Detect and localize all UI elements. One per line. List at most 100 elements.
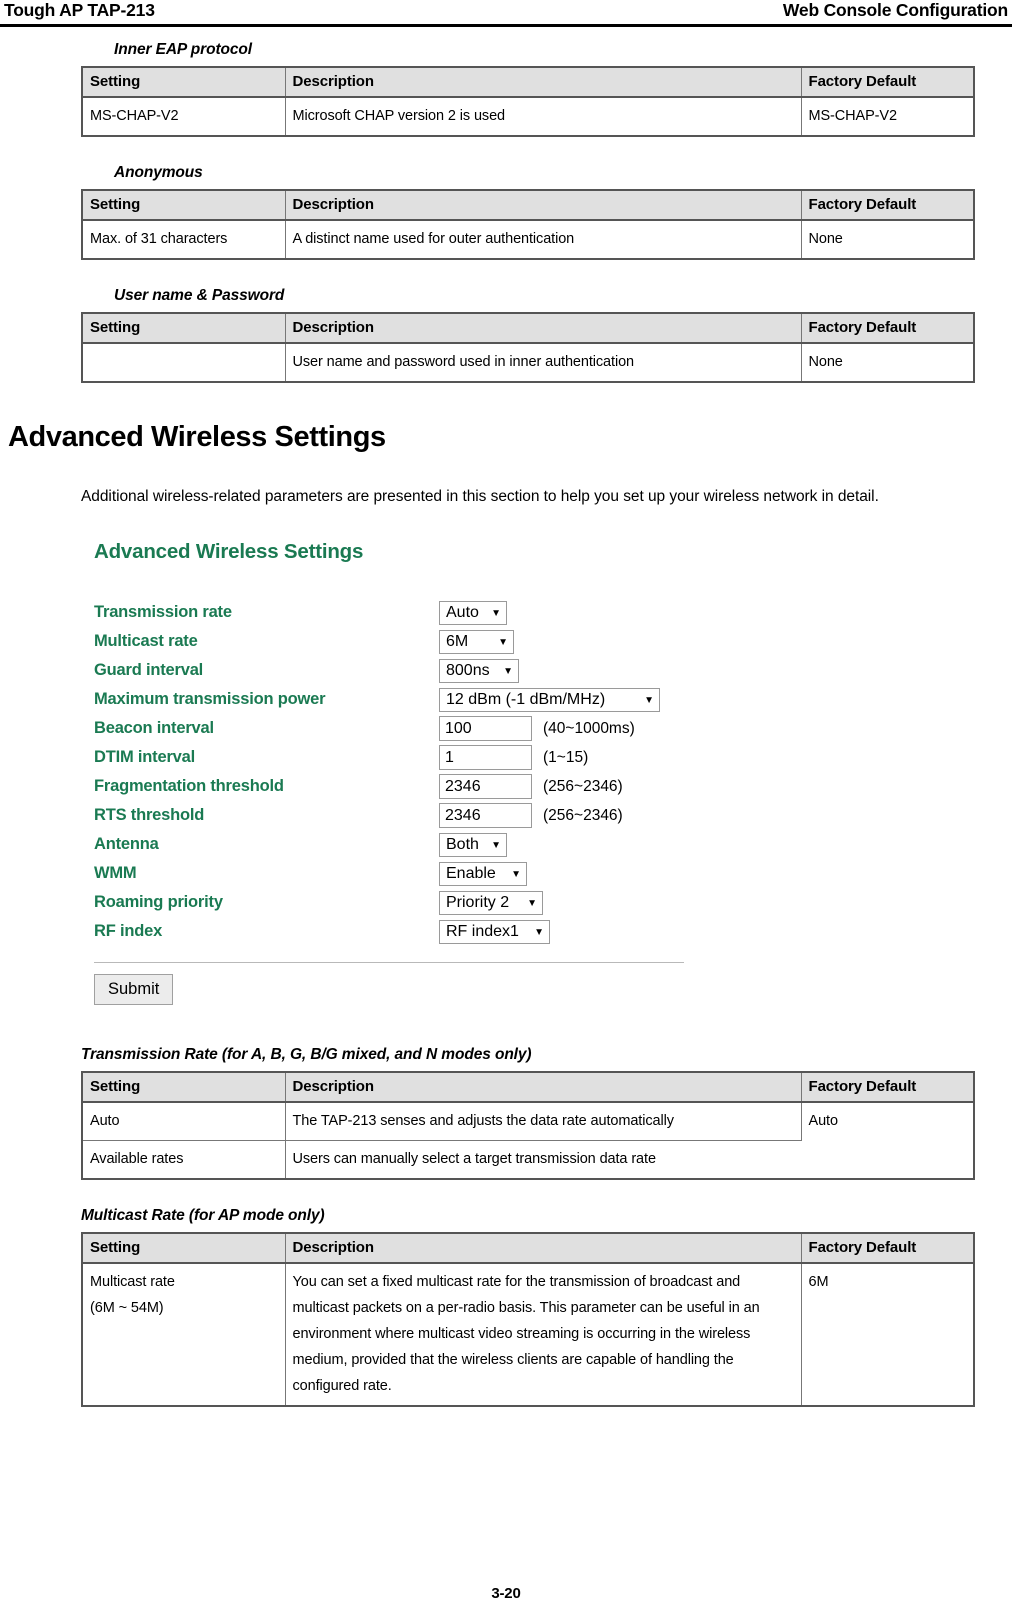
dtim-interval-range-hint: (1~15) [543,748,589,766]
column-header-description: Description [285,190,802,221]
console-form-row: Antenna Both ▼ [87,830,707,859]
table-caption-user-name-password: User name & Password [114,287,285,304]
roaming-priority-select[interactable]: Priority 2 ▼ [439,890,543,915]
console-form-fields: Transmission rate Auto ▼ Multicast rate 6M ▼ G… [87,598,707,946]
table-caption-inner-eap: Inner EAP protocol [114,41,252,58]
cell-factory-default: Auto [808,1113,839,1129]
table-row: Auto The TAP-213 senses and adjusts the … [82,1102,974,1141]
selected-value: Auto [446,603,479,621]
field-label-rf-index: RF index [94,922,163,940]
rts-threshold-range-hint: (256~2346) [543,806,623,824]
field-label-maximum-transmission-power: Maximum transmission power [94,690,326,708]
table-inner-eap-protocol: Setting Description Factory Default MS-C… [81,66,975,137]
header-section-title: Web Console Configuration [782,0,1008,20]
console-form-row: WMM Enable ▼ [87,859,707,888]
cell-setting: MS-CHAP-V2 [82,97,286,136]
page-content: Inner EAP protocol Setting Description F… [0,40,1012,1407]
wmm-select[interactable]: Enable ▼ [439,861,527,886]
selected-value: 800ns [446,661,490,679]
console-form-row: Guard interval 800ns ▼ [87,656,707,685]
intro-block: Additional wireless-related parameters a… [0,481,1012,512]
cell-description: You can set a fixed multicast rate for t… [285,1263,802,1406]
top-tables-block: Inner EAP protocol Setting Description F… [0,40,1012,383]
cell-setting: Available rates [82,1140,286,1179]
console-form-row: Multicast rate 6M ▼ [87,627,707,656]
console-form-row: Beacon interval 100 (40~1000ms) [87,714,707,743]
console-form-row: RTS threshold 2346 (256~2346) [87,801,707,830]
beacon-interval-input[interactable]: 100 [439,716,532,741]
chevron-down-icon: ▼ [511,868,521,880]
column-header-factory-default: Factory Default [801,1233,974,1264]
table-row: Max. of 31 characters A distinct name us… [82,220,974,259]
dtim-interval-input[interactable]: 1 [439,745,532,770]
console-form-row: Fragmentation threshold 2346 (256~2346) [87,772,707,801]
chevron-down-icon: ▼ [503,665,513,677]
column-header-setting: Setting [82,67,286,98]
cell-setting: Auto [82,1102,286,1141]
cell-setting: Max. of 31 characters [82,220,286,259]
table-caption-multicast-rate: Multicast Rate (for AP mode only) [81,1207,325,1224]
cell-description: The TAP-213 senses and adjusts the data … [285,1102,802,1141]
page-footer: 3-20 [0,1585,1012,1602]
column-header-factory-default: Factory Default [801,313,974,344]
selected-value: Priority 2 [446,893,510,911]
cell-description: A distinct name used for outer authentic… [285,220,802,259]
column-header-factory-default: Factory Default [801,67,974,98]
cell-setting [82,343,286,382]
fragmentation-threshold-range-hint: (256~2346) [543,777,623,795]
console-form-row: DTIM interval 1 (1~15) [87,743,707,772]
table-row: Multicast rate (6M ~ 54M) You can set a f… [82,1263,974,1406]
table-caption-anonymous: Anonymous [114,164,203,181]
field-label-dtim-interval: DTIM interval [94,748,196,766]
cell-description: User name and password used in inner aut… [285,343,802,382]
antenna-select[interactable]: Both ▼ [439,832,507,857]
web-console-screenshot: Advanced Wireless Settings Transmission … [87,540,707,1005]
chevron-down-icon: ▼ [527,897,537,909]
field-label-beacon-interval: Beacon interval [94,719,214,737]
column-header-description: Description [285,313,802,344]
field-label-fragmentation-threshold: Fragmentation threshold [94,777,284,795]
maximum-transmission-power-select[interactable]: 12 dBm (-1 dBm/MHz) ▼ [439,687,660,712]
column-header-factory-default: Factory Default [801,190,974,221]
submit-button[interactable]: Submit [94,974,174,1005]
chevron-down-icon: ▼ [498,636,508,648]
column-header-setting: Setting [82,1072,286,1103]
table-transmission-rate: Setting Description Factory Default Auto… [81,1071,975,1180]
bottom-tables-block: Transmission Rate (for A, B, G, B/G mixe… [0,1045,1012,1407]
field-label-multicast-rate: Multicast rate [94,632,198,650]
page-number: 3-20 [491,1585,521,1602]
fragmentation-threshold-input[interactable]: 2346 [439,774,532,799]
console-divider [94,962,684,963]
column-header-setting: Setting [82,313,286,344]
table-caption-transmission-rate: Transmission Rate (for A, B, G, B/G mixe… [81,1046,532,1063]
table-row: User name and password used in inner aut… [82,343,974,382]
guard-interval-select[interactable]: 800ns ▼ [439,658,519,683]
page-running-header: Tough AP TAP-213 Web Console Configurati… [0,0,1012,27]
field-label-antenna: Antenna [94,835,159,853]
cell-description: Users can manually select a target trans… [292,1151,657,1167]
cell-factory-default: 6M [808,1274,829,1290]
table-user-name-password: Setting Description Factory Default User… [81,312,975,383]
field-label-rts-threshold: RTS threshold [94,806,205,824]
console-form-row: Transmission rate Auto ▼ [87,598,707,627]
field-label-transmission-rate: Transmission rate [94,603,232,621]
console-heading: Advanced Wireless Settings [94,540,364,563]
rf-index-select[interactable]: RF index1 ▼ [439,919,550,944]
cell-description: Microsoft CHAP version 2 is used [285,97,802,136]
table-row: MS-CHAP-V2 Microsoft CHAP version 2 is u… [82,97,974,136]
field-label-wmm: WMM [94,864,137,882]
table-header-row: Setting Description Factory Default [82,1233,974,1264]
selected-value: Enable [446,864,496,882]
selected-value: Both [446,835,479,853]
cell-factory-default: MS-CHAP-V2 [808,108,898,124]
intro-paragraph: Additional wireless-related parameters a… [81,488,879,505]
multicast-rate-select[interactable]: 6M ▼ [439,629,514,654]
transmission-rate-select[interactable]: Auto ▼ [439,600,507,625]
console-form-row: RF index RF index1 ▼ [87,917,707,946]
table-header-row: Setting Description Factory Default [82,190,974,221]
column-header-setting: Setting [82,190,286,221]
rts-threshold-input[interactable]: 2346 [439,803,532,828]
